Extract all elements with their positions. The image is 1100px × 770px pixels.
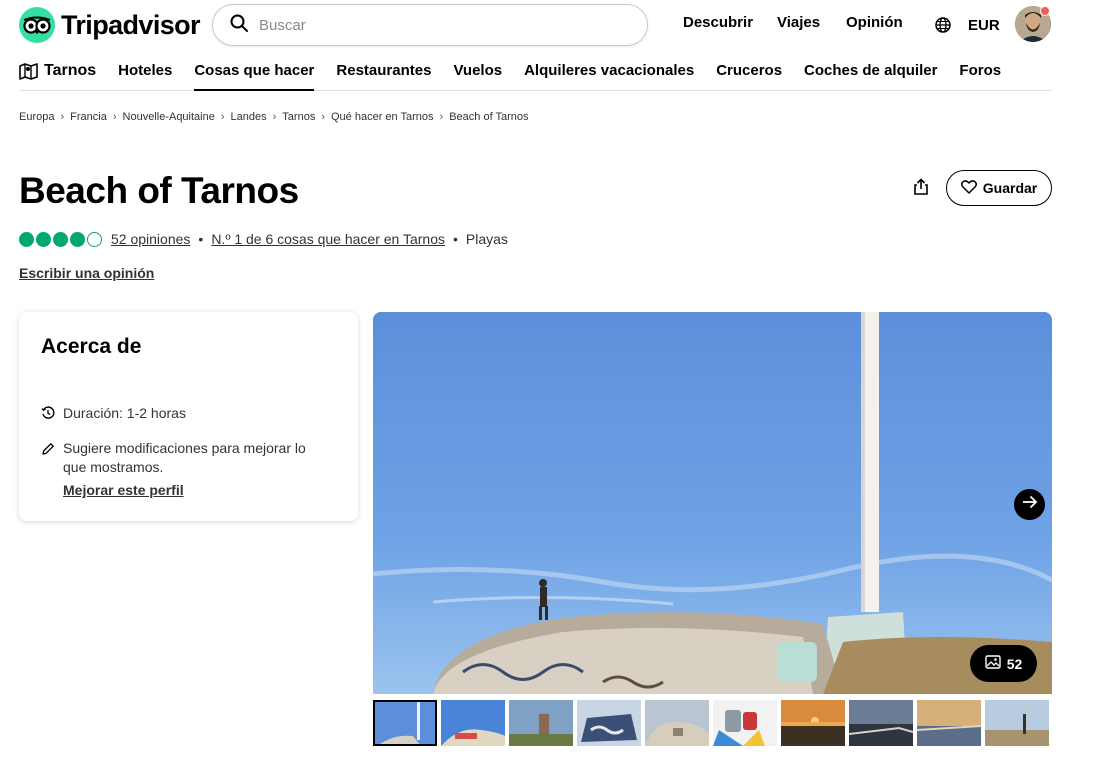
chevron-right-icon: ›	[220, 111, 225, 123]
breadcrumb-item[interactable]: Nouvelle-Aquitaine	[123, 111, 215, 123]
image-icon	[985, 655, 1001, 672]
duration-row: Duración: 1-2 horas	[41, 404, 186, 425]
nav-vuelos[interactable]: Vuelos	[453, 52, 502, 90]
next-photo-button[interactable]	[1014, 489, 1045, 520]
thumbnail[interactable]	[645, 700, 709, 746]
thumbnail[interactable]	[849, 700, 913, 746]
thumbnail-strip	[373, 700, 1049, 746]
breadcrumb: Europa › Francia › Nouvelle-Aquitaine › …	[19, 111, 529, 123]
tripadvisor-logo[interactable]: Tripadvisor	[19, 7, 201, 43]
improve-profile-link[interactable]: Mejorar este perfil	[63, 481, 184, 500]
search-input[interactable]	[259, 16, 619, 34]
chevron-right-icon: ›	[321, 111, 325, 123]
rating-bubbles	[19, 231, 102, 247]
share-icon	[912, 177, 930, 201]
nav-cruceros[interactable]: Cruceros	[716, 52, 782, 90]
rating-row: 52 opiniones • N.º 1 de 6 cosas que hace…	[19, 231, 508, 247]
nav-descubrir[interactable]: Descubrir	[683, 14, 753, 31]
map-icon	[19, 62, 38, 85]
main-photo[interactable]	[373, 312, 1052, 694]
share-button[interactable]	[904, 172, 938, 206]
rating-bubble-filled	[36, 231, 51, 247]
rating-bubble-filled	[19, 231, 34, 247]
chevron-right-icon: ›	[439, 111, 444, 123]
thumbnail[interactable]	[373, 700, 437, 746]
separator-dot: •	[198, 231, 204, 247]
nav-home-tarnos[interactable]: Tarnos	[19, 52, 96, 90]
nav-hoteles[interactable]: Hoteles	[118, 52, 172, 90]
brand-name: Tripadvisor	[61, 9, 201, 40]
suggest-text: Sugiere modificaciones para mejorar lo q…	[63, 440, 306, 475]
notification-dot	[1040, 6, 1050, 16]
thumbnail[interactable]	[577, 700, 641, 746]
clock-icon	[41, 404, 55, 425]
rating-bubble-filled	[53, 231, 68, 247]
about-title: Acerca de	[41, 335, 142, 358]
top-header: Tripadvisor Descubrir Viajes Opinión EUR	[0, 0, 1100, 50]
category-nav: Tarnos Hoteles Cosas que hacer Restauran…	[19, 52, 1051, 91]
search-icon	[229, 13, 249, 38]
thumbnail[interactable]	[781, 700, 845, 746]
nav-opinion[interactable]: Opinión	[846, 14, 903, 31]
chevron-right-icon: ›	[272, 111, 277, 123]
pencil-icon	[41, 439, 55, 500]
breadcrumb-item[interactable]: Europa	[19, 111, 54, 123]
thumbnail[interactable]	[713, 700, 777, 746]
breadcrumb-item[interactable]: Qué hacer en Tarnos	[331, 111, 434, 123]
chevron-right-icon: ›	[112, 111, 117, 123]
separator-dot: •	[452, 231, 458, 247]
suggest-row: Sugiere modificaciones para mejorar lo q…	[41, 439, 331, 500]
owl-logo-icon	[19, 7, 55, 43]
rank-link[interactable]: N.º 1 de 6 cosas que hacer en Tarnos	[211, 231, 445, 247]
currency-selector[interactable]: EUR	[968, 17, 1000, 34]
rating-bubble-filled	[70, 231, 85, 247]
breadcrumb-item[interactable]: Francia	[70, 111, 107, 123]
thumbnail[interactable]	[509, 700, 573, 746]
arrow-right-icon	[1022, 495, 1038, 514]
save-label: Guardar	[982, 180, 1038, 196]
category-label: Playas	[465, 231, 508, 247]
photo-count-button[interactable]: 52	[970, 645, 1037, 682]
nav-foros[interactable]: Foros	[959, 52, 1001, 90]
duration-text: Duración: 1-2 horas	[63, 405, 186, 421]
breadcrumb-item[interactable]: Landes	[231, 111, 267, 123]
nav-cosas-que-hacer[interactable]: Cosas que hacer	[194, 52, 315, 91]
search-bar[interactable]	[212, 4, 648, 46]
thumbnail[interactable]	[441, 700, 505, 746]
heart-icon	[960, 179, 977, 197]
globe-icon[interactable]	[934, 16, 952, 39]
breadcrumb-current: Beach of Tarnos	[449, 111, 529, 123]
breadcrumb-item[interactable]: Tarnos	[282, 111, 315, 123]
rating-bubble-empty	[87, 231, 102, 247]
home-label: Tarnos	[44, 62, 97, 79]
about-card: Acerca de Duración: 1-2 horas Sugiere mo…	[19, 312, 358, 521]
nav-alquileres-vacacionales[interactable]: Alquileres vacacionales	[524, 52, 694, 90]
reviews-link[interactable]: 52 opiniones	[111, 231, 190, 247]
nav-coches-de-alquiler[interactable]: Coches de alquiler	[804, 52, 937, 90]
photo-count: 52	[1006, 655, 1023, 672]
thumbnail[interactable]	[917, 700, 981, 746]
page-title: Beach of Tarnos	[19, 170, 299, 211]
nav-restaurantes[interactable]: Restaurantes	[336, 52, 431, 90]
write-review-link[interactable]: Escribir una opinión	[19, 265, 154, 281]
save-button[interactable]: Guardar	[946, 170, 1052, 206]
nav-viajes[interactable]: Viajes	[777, 14, 820, 31]
chevron-right-icon: ›	[60, 111, 65, 123]
thumbnail[interactable]	[985, 700, 1049, 746]
